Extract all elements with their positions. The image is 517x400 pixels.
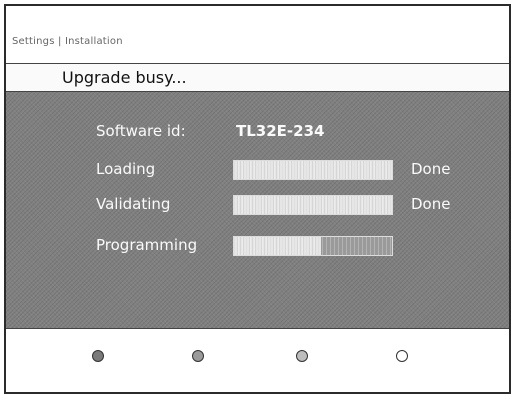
step-label-validating: Validating [96, 195, 171, 213]
progress-bar-validating [233, 195, 393, 215]
page-title: Upgrade busy... [62, 68, 187, 87]
title-bar: Upgrade busy... [6, 63, 509, 92]
blue-dot-icon[interactable] [396, 350, 408, 362]
upgrade-panel: Software id: TL32E-234 Loading Done Vali… [6, 92, 509, 329]
red-dot-icon[interactable] [92, 350, 104, 362]
yellow-dot-icon[interactable] [296, 350, 308, 362]
green-dot-icon[interactable] [192, 350, 204, 362]
progress-bar-programming [233, 236, 393, 256]
breadcrumb: Settings | Installation [12, 36, 123, 47]
step-label-loading: Loading [96, 160, 156, 178]
step-status-validating: Done [411, 195, 451, 213]
software-id-value: TL32E-234 [236, 122, 325, 140]
step-status-loading: Done [411, 160, 451, 178]
step-label-programming: Programming [96, 236, 198, 254]
software-id-label: Software id: [96, 122, 186, 140]
tv-menu-screen: Settings | Installation Upgrade busy... … [4, 4, 511, 394]
progress-bar-loading [233, 160, 393, 180]
color-key-bar [6, 330, 509, 390]
